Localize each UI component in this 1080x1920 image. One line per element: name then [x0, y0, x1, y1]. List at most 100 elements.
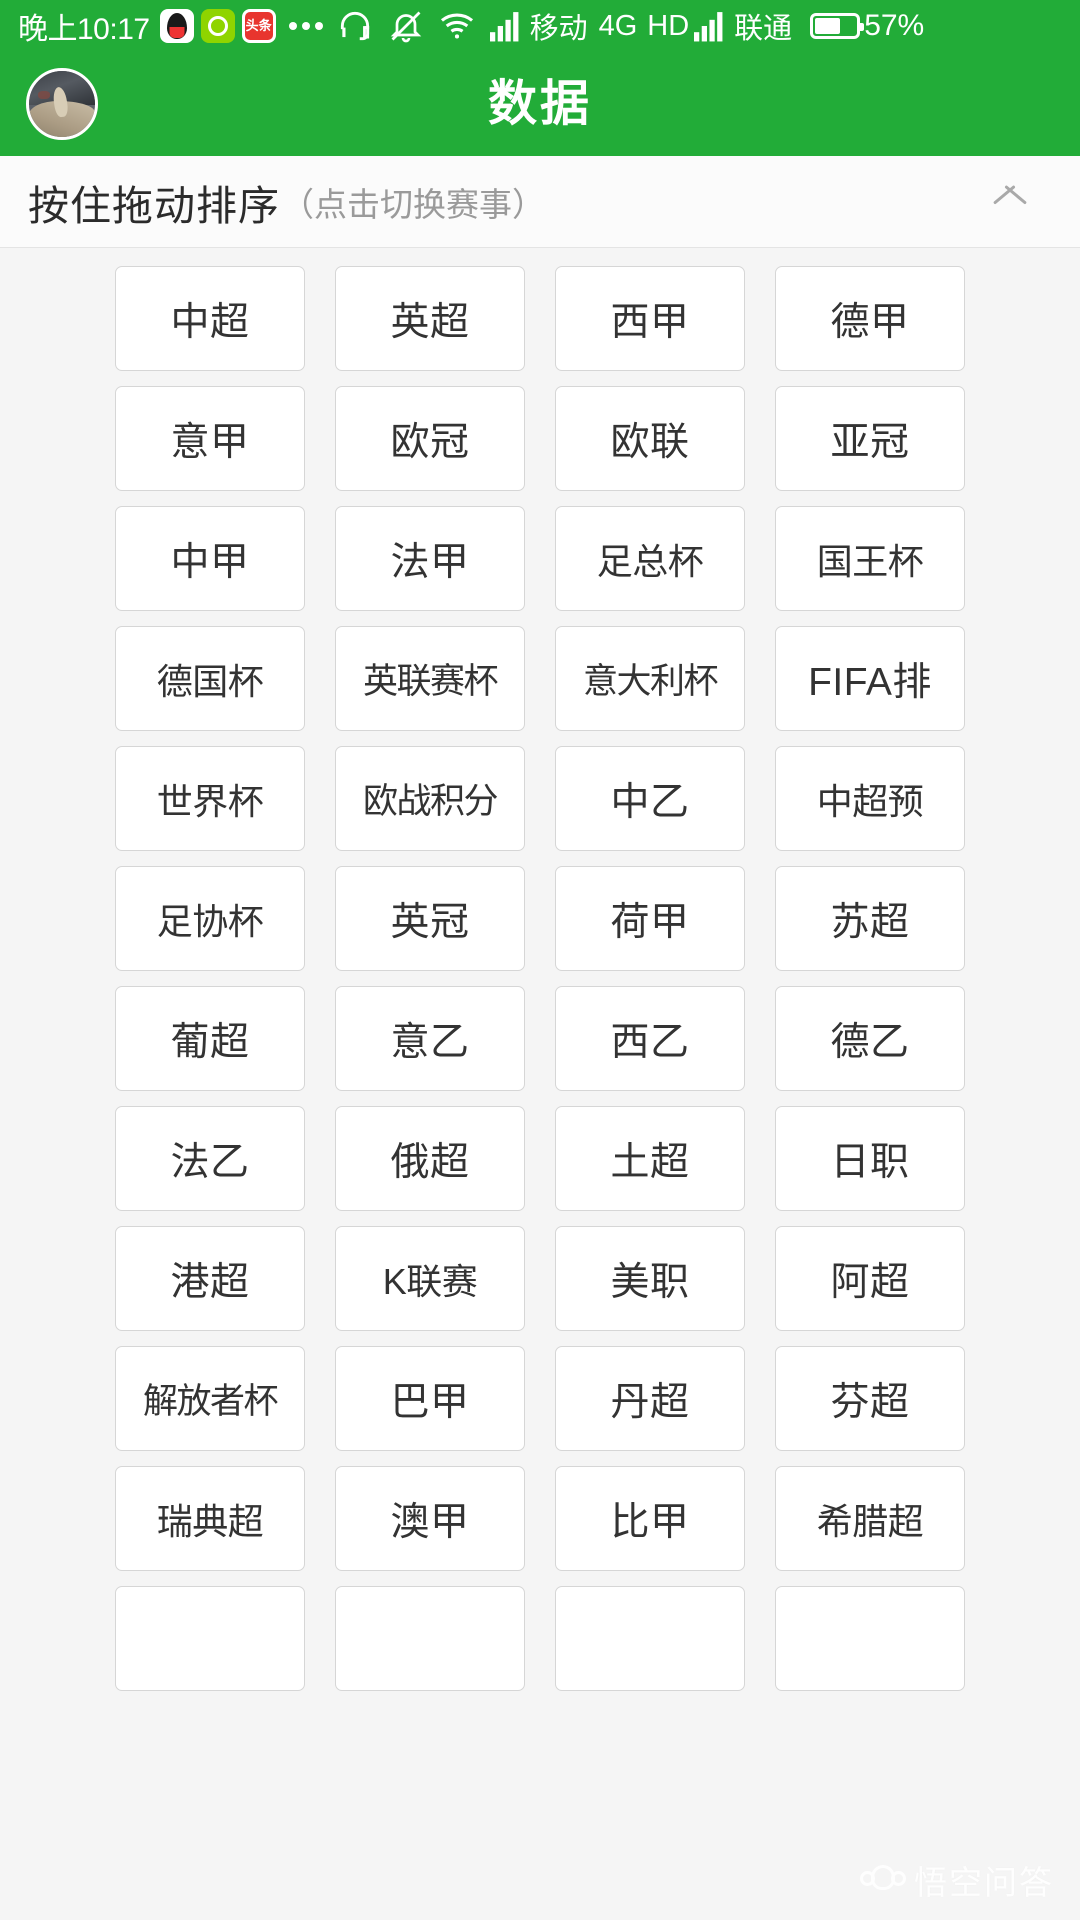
- league-button[interactable]: 瑞典超: [115, 1466, 305, 1571]
- league-button-label: 足协杯: [156, 900, 264, 942]
- league-button-label: 比甲: [610, 1500, 690, 1544]
- league-button[interactable]: 丹超: [555, 1346, 745, 1451]
- league-button[interactable]: 国王杯: [775, 506, 965, 611]
- league-button[interactable]: 芬超: [775, 1346, 965, 1451]
- league-button-label: 芬超: [830, 1380, 910, 1424]
- league-button[interactable]: 巴甲: [335, 1346, 525, 1451]
- league-button[interactable]: 欧战积分: [335, 746, 525, 851]
- league-button-label: 中超: [170, 300, 250, 344]
- league-button-label: 巴甲: [390, 1380, 470, 1424]
- toutiao-icon-label: 头条: [244, 12, 273, 40]
- sort-section-header[interactable]: 按住拖动排序 （点击切换赛事）: [0, 156, 1080, 248]
- league-button-label: 欧联: [610, 420, 690, 464]
- league-button[interactable]: 日职: [775, 1106, 965, 1211]
- league-button[interactable]: 阿超: [775, 1226, 965, 1331]
- league-button[interactable]: 港超: [115, 1226, 305, 1331]
- league-button[interactable]: 亚冠: [775, 386, 965, 491]
- chevron-up-icon[interactable]: [990, 182, 1030, 222]
- league-button-label: 日职: [830, 1140, 910, 1184]
- signal-bars-icon-primary: [489, 10, 524, 42]
- league-button-label: 瑞典超: [156, 1500, 264, 1542]
- league-button-label: 解放者杯: [142, 1382, 279, 1421]
- league-button[interactable]: [115, 1586, 305, 1691]
- league-button-label: 亚冠: [830, 420, 910, 464]
- battery-percent-label: 57%: [864, 9, 925, 42]
- league-button[interactable]: 法甲: [335, 506, 525, 611]
- league-button-label: FIFA排: [808, 660, 932, 704]
- league-button[interactable]: 俄超: [335, 1106, 525, 1211]
- watermark: 悟空问答: [860, 1856, 1054, 1904]
- sort-hint-label: 按住拖动排序: [28, 182, 280, 229]
- league-button-label: 希腊超: [816, 1500, 924, 1542]
- league-button[interactable]: 苏超: [775, 866, 965, 971]
- league-button[interactable]: 西乙: [555, 986, 745, 1091]
- league-button-label: 德乙: [830, 1020, 910, 1064]
- league-button[interactable]: 中超预: [775, 746, 965, 851]
- league-button[interactable]: 葡超: [115, 986, 305, 1091]
- league-button-label: 苏超: [830, 900, 910, 944]
- league-button[interactable]: 欧联: [555, 386, 745, 491]
- league-button[interactable]: 足协杯: [115, 866, 305, 971]
- league-button[interactable]: 西甲: [555, 266, 745, 371]
- league-button[interactable]: [775, 1586, 965, 1691]
- league-button[interactable]: 解放者杯: [115, 1346, 305, 1451]
- league-grid-area: 中超 英超 西甲 德甲意甲 欧冠 欧联 亚冠中甲 法甲 足总杯 国王杯德国杯 英联赛杯 意大利杯 FIF…: [0, 248, 1080, 1920]
- league-button-label: 英超: [390, 300, 470, 344]
- league-button[interactable]: 欧冠: [335, 386, 525, 491]
- toutiao-icon: 头条: [241, 9, 276, 43]
- league-button-label: 国王杯: [816, 540, 924, 582]
- league-button-label: 美职: [610, 1260, 690, 1304]
- more-dots-icon: [288, 22, 323, 30]
- league-button[interactable]: 土超: [555, 1106, 745, 1211]
- avatar[interactable]: [26, 68, 98, 140]
- league-button-label: 俄超: [390, 1140, 470, 1184]
- league-button[interactable]: 希腊超: [775, 1466, 965, 1571]
- league-button-label: 英联赛杯: [362, 662, 499, 701]
- sort-hint-sub-label: （点击切换赛事）: [281, 185, 545, 223]
- league-button[interactable]: 足总杯: [555, 506, 745, 611]
- league-button-label: 法甲: [390, 540, 470, 584]
- league-button[interactable]: 澳甲: [335, 1466, 525, 1571]
- league-button[interactable]: 意甲: [115, 386, 305, 491]
- league-button[interactable]: 德乙: [775, 986, 965, 1091]
- league-button-label: 欧战积分: [362, 782, 499, 821]
- league-button-label: 澳甲: [390, 1500, 470, 1544]
- league-button[interactable]: 意乙: [335, 986, 525, 1091]
- league-button[interactable]: K联赛: [335, 1226, 525, 1331]
- league-button-label: 欧冠: [390, 420, 470, 464]
- league-button-label: 法乙: [170, 1140, 250, 1184]
- qq-icon: [159, 9, 194, 43]
- league-button[interactable]: [555, 1586, 745, 1691]
- battery-icon: [810, 13, 865, 39]
- league-button-label: 意大利杯: [582, 662, 719, 701]
- league-button[interactable]: 中超: [115, 266, 305, 371]
- league-button-label: 意乙: [390, 1020, 470, 1064]
- league-button[interactable]: 英超: [335, 266, 525, 371]
- league-button[interactable]: 世界杯: [115, 746, 305, 851]
- league-button[interactable]: 中乙: [555, 746, 745, 851]
- league-button-label: 德甲: [830, 300, 910, 344]
- league-button[interactable]: [335, 1586, 525, 1691]
- hd-label: HD: [647, 9, 690, 42]
- league-button[interactable]: 英联赛杯: [335, 626, 525, 731]
- league-button[interactable]: 法乙: [115, 1106, 305, 1211]
- league-button-label: 荷甲: [610, 900, 690, 944]
- league-button-label: K联赛: [382, 1260, 478, 1302]
- carrier-secondary-label: 联通: [734, 13, 793, 45]
- watermark-label: 悟空问答: [914, 1864, 1054, 1901]
- league-button[interactable]: 意大利杯: [555, 626, 745, 731]
- league-button[interactable]: 比甲: [555, 1466, 745, 1571]
- league-button[interactable]: 荷甲: [555, 866, 745, 971]
- league-button[interactable]: FIFA排: [775, 626, 965, 731]
- league-button-label: 西甲: [610, 300, 690, 344]
- league-button[interactable]: 美职: [555, 1226, 745, 1331]
- league-button[interactable]: 德国杯: [115, 626, 305, 731]
- league-button-label: 英冠: [390, 900, 470, 944]
- league-button-label: 港超: [170, 1260, 250, 1304]
- league-button[interactable]: 德甲: [775, 266, 965, 371]
- league-button[interactable]: 中甲: [115, 506, 305, 611]
- league-button-label: 葡超: [170, 1020, 250, 1064]
- app-header: 数据: [0, 52, 1080, 156]
- signal-bars-icon-secondary: [694, 10, 728, 42]
- league-button[interactable]: 英冠: [335, 866, 525, 971]
